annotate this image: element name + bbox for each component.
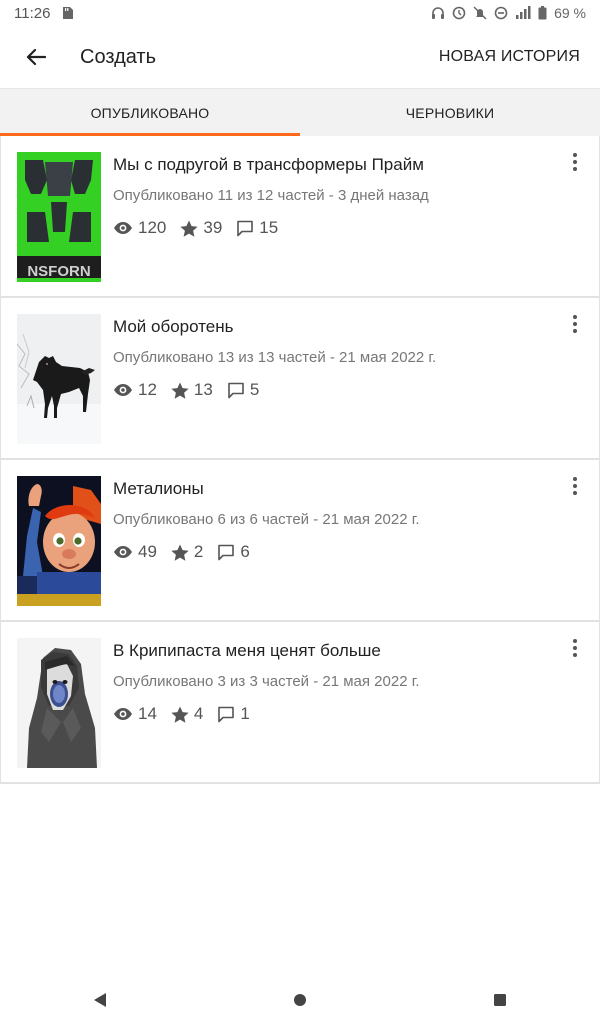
mute-icon xyxy=(473,6,487,20)
story-title[interactable]: Металионы xyxy=(113,479,204,499)
votes-count: 13 xyxy=(193,380,213,399)
views-stat: 120 xyxy=(113,218,166,238)
story-cover: NSFORN xyxy=(17,152,101,282)
tab-drafts[interactable]: ЧЕРНОВИКИ xyxy=(300,89,600,137)
story-title[interactable]: Мы с подругой в трансформеры Прайм xyxy=(113,155,424,175)
status-time: 11:26 xyxy=(14,4,51,22)
story-meta: Опубликовано 11 из 12 частей - 3 дней на… xyxy=(113,187,429,204)
comment-icon xyxy=(228,382,244,398)
system-nav-bar xyxy=(0,976,600,1024)
comment-icon xyxy=(218,706,235,722)
star-icon xyxy=(171,544,189,561)
views-stat: 12 xyxy=(113,380,157,400)
comment-icon xyxy=(218,544,235,560)
nav-back-button[interactable] xyxy=(76,980,124,1020)
eye-icon xyxy=(114,222,132,234)
views-count: 12 xyxy=(138,380,157,399)
svg-text:NSFORN: NSFORN xyxy=(27,263,90,280)
tab-bar: ОПУБЛИКОВАНО ЧЕРНОВИКИ xyxy=(0,88,600,137)
arrow-back-icon xyxy=(26,48,46,66)
story-title[interactable]: Мой оборотень xyxy=(113,317,234,337)
triangle-back-icon xyxy=(94,993,106,1007)
story-cover xyxy=(17,314,101,444)
votes-count: 39 xyxy=(203,218,223,237)
eye-icon xyxy=(114,546,132,558)
story-cover xyxy=(17,476,101,606)
star-icon xyxy=(180,220,198,237)
eye-icon xyxy=(114,708,132,720)
votes-count: 4 xyxy=(193,704,204,723)
status-bar: 11:26 69 % xyxy=(0,0,600,26)
new-story-button[interactable]: НОВАЯ ИСТОРИЯ xyxy=(439,48,580,66)
sd-card-icon xyxy=(62,6,74,20)
story-list: NSFORN Мы с подругой в трансформеры Прай… xyxy=(0,136,600,784)
status-left: 11:26 xyxy=(0,5,74,22)
star-icon xyxy=(171,382,189,399)
story-stats: 14 4 1 xyxy=(113,704,264,724)
do-not-disturb-icon xyxy=(494,6,508,20)
story-title[interactable]: В Крипипаста меня ценят больше xyxy=(113,641,381,661)
views-stat: 49 xyxy=(113,542,157,562)
nav-recents-button[interactable] xyxy=(476,980,524,1020)
story-card[interactable]: NSFORN Мы с подругой в трансформеры Прай… xyxy=(0,136,600,298)
more-vert-icon[interactable] xyxy=(565,312,585,336)
app-bar: Создать НОВАЯ ИСТОРИЯ xyxy=(0,26,600,88)
comments-stat: 5 xyxy=(227,380,259,400)
comments-stat: 1 xyxy=(217,704,250,724)
battery-icon xyxy=(538,6,547,20)
story-card[interactable]: Металионы Опубликовано 6 из 6 частей - 2… xyxy=(0,460,600,622)
square-recents-icon xyxy=(494,994,506,1006)
signal-icon xyxy=(515,6,531,20)
story-card[interactable]: В Крипипаста меня ценят больше Опубликов… xyxy=(0,622,600,784)
views-count: 14 xyxy=(138,704,157,723)
views-count: 49 xyxy=(138,542,157,561)
votes-count: 2 xyxy=(193,542,204,561)
votes-stat: 13 xyxy=(171,380,213,400)
more-vert-icon[interactable] xyxy=(565,150,585,174)
status-right: 69 % xyxy=(431,5,600,21)
star-icon xyxy=(171,706,189,723)
votes-stat: 4 xyxy=(171,704,203,724)
nav-home-button[interactable] xyxy=(276,980,324,1020)
story-stats: 120 39 15 xyxy=(113,218,292,238)
story-stats: 49 2 6 xyxy=(113,542,264,562)
eye-icon xyxy=(114,384,132,396)
views-count: 120 xyxy=(138,218,167,237)
comments-count: 1 xyxy=(240,704,250,723)
headphones-icon xyxy=(431,6,445,20)
back-button[interactable] xyxy=(16,37,56,77)
comments-count: 6 xyxy=(240,542,250,561)
story-meta: Опубликовано 6 из 6 частей - 21 мая 2022… xyxy=(113,511,420,528)
data-saver-icon xyxy=(452,6,466,20)
more-vert-icon[interactable] xyxy=(565,636,585,660)
story-card[interactable]: Мой оборотень Опубликовано 13 из 13 част… xyxy=(0,298,600,460)
circle-home-icon xyxy=(294,994,306,1006)
story-meta: Опубликовано 3 из 3 частей - 21 мая 2022… xyxy=(113,673,420,690)
page-title: Создать xyxy=(80,45,157,68)
tab-published[interactable]: ОПУБЛИКОВАНО xyxy=(0,89,300,137)
story-cover xyxy=(17,638,101,768)
comments-stat: 15 xyxy=(236,218,278,238)
screen: 11:26 69 % Создать НОВАЯ ИСТОРИЯ ОПУБЛИК… xyxy=(0,0,600,1024)
votes-stat: 2 xyxy=(171,542,203,562)
comments-stat: 6 xyxy=(217,542,250,562)
more-vert-icon[interactable] xyxy=(565,474,585,498)
story-stats: 12 13 5 xyxy=(113,380,273,400)
comments-count: 5 xyxy=(249,380,260,399)
comments-count: 15 xyxy=(259,218,279,237)
comment-icon xyxy=(237,220,254,236)
votes-stat: 39 xyxy=(180,218,222,238)
story-meta: Опубликовано 13 из 13 частей - 21 мая 20… xyxy=(113,349,437,366)
views-stat: 14 xyxy=(113,704,157,724)
battery-level: 69 % xyxy=(554,5,586,21)
